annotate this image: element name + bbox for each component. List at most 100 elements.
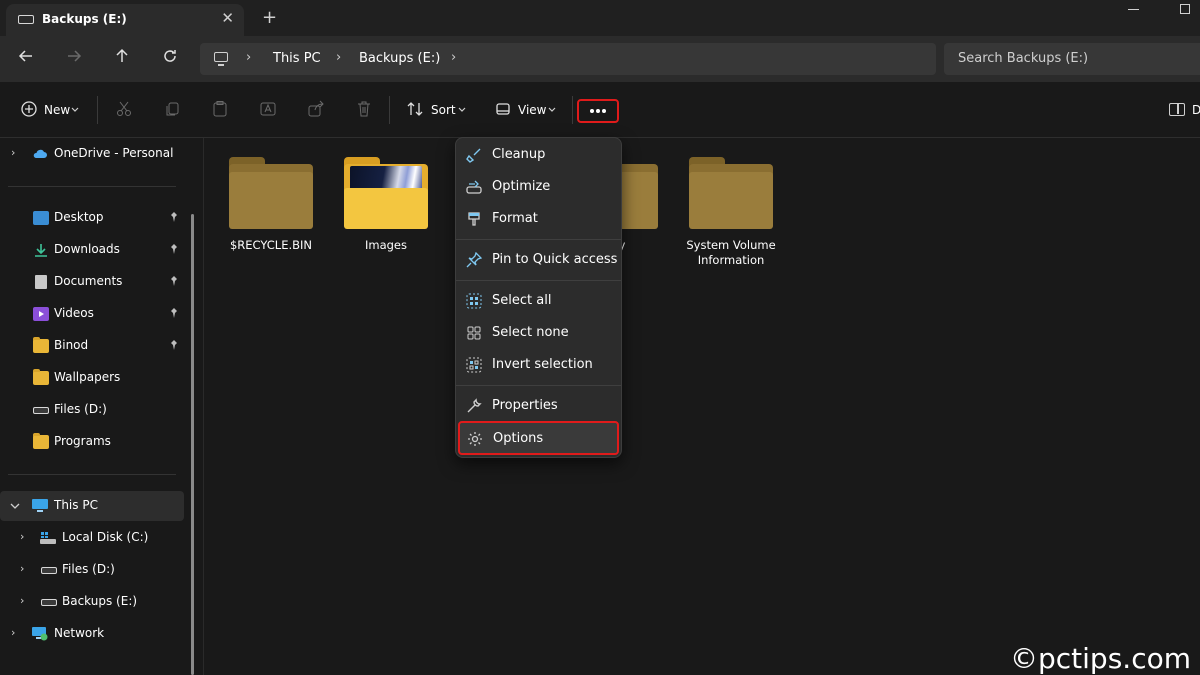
- menu-item-select-none[interactable]: Select none: [460, 318, 617, 348]
- tab-title: Backups (E:): [42, 12, 127, 26]
- sidebar-item-backups-e[interactable]: › Backups (E:): [0, 587, 184, 617]
- minimize-icon[interactable]: [1128, 9, 1139, 10]
- breadcrumb-separator: ›: [336, 50, 342, 65]
- menu-item-invert-selection[interactable]: Invert selection: [460, 350, 617, 380]
- drive-icon: [41, 599, 57, 606]
- document-icon: [35, 275, 47, 289]
- chevron-down-icon[interactable]: [547, 100, 557, 118]
- view-icon[interactable]: [494, 100, 512, 118]
- chevron-down-icon[interactable]: [10, 501, 20, 511]
- folder-icon: [33, 433, 49, 449]
- optimize-drive-icon: [466, 180, 482, 194]
- forward-button[interactable]: [60, 46, 88, 72]
- chevron-down-icon[interactable]: [457, 100, 467, 118]
- network-icon: [32, 627, 48, 641]
- close-tab-icon[interactable]: ✕: [221, 9, 234, 27]
- select-all-icon: [466, 293, 482, 309]
- back-button[interactable]: [12, 46, 40, 72]
- rename-icon[interactable]: [259, 100, 277, 118]
- share-icon[interactable]: [307, 100, 325, 118]
- pin-icon[interactable]: [170, 212, 178, 222]
- delete-icon[interactable]: [355, 100, 373, 118]
- folder-icon: [689, 172, 773, 229]
- folder-system-volume-information[interactable]: System Volume Information: [675, 144, 776, 274]
- more-options-button[interactable]: [577, 99, 619, 123]
- sidebar-item-files-d-pc[interactable]: › Files (D:): [0, 555, 184, 585]
- title-bar: Backups (E:) ✕ +: [0, 0, 1200, 36]
- new-icon[interactable]: [20, 100, 38, 118]
- sidebar-item-videos[interactable]: Videos: [0, 299, 184, 329]
- drive-icon: [41, 567, 57, 574]
- new-button[interactable]: New: [44, 103, 70, 117]
- chevron-down-icon[interactable]: [70, 100, 80, 118]
- pin-icon: [466, 252, 482, 268]
- sidebar-item-network[interactable]: › Network: [0, 619, 184, 649]
- address-bar[interactable]: › This PC › Backups (E:) ›: [200, 43, 936, 75]
- breadcrumb-backups[interactable]: Backups (E:): [359, 51, 440, 66]
- cloud-icon: [33, 149, 47, 158]
- sidebar-item-wallpapers[interactable]: Wallpapers: [0, 363, 184, 393]
- maximize-icon[interactable]: [1180, 4, 1190, 14]
- new-tab-button[interactable]: +: [262, 7, 277, 28]
- pin-icon[interactable]: [170, 340, 178, 350]
- details-pane-icon[interactable]: [1169, 103, 1185, 116]
- sidebar-item-documents[interactable]: Documents: [0, 267, 184, 297]
- folder-icon: [33, 369, 49, 385]
- invert-selection-icon: [466, 357, 482, 373]
- arrow-right-icon: [68, 50, 82, 62]
- breadcrumb-separator[interactable]: ›: [451, 50, 456, 65]
- paste-icon[interactable]: [211, 100, 229, 118]
- menu-item-pin-quick-access[interactable]: Pin to Quick access: [460, 245, 617, 275]
- sidebar-item-desktop[interactable]: Desktop: [0, 203, 184, 233]
- search-placeholder: Search Backups (E:): [958, 51, 1089, 66]
- details-button[interactable]: D: [1192, 103, 1200, 117]
- sort-button[interactable]: Sort: [431, 103, 456, 117]
- dot: [602, 109, 606, 113]
- sidebar-item-local-disk-c[interactable]: › Local Disk (C:): [0, 523, 184, 553]
- chevron-right-icon[interactable]: ›: [20, 594, 24, 607]
- chevron-right-icon[interactable]: ›: [11, 626, 15, 639]
- drive-icon: [33, 407, 49, 414]
- menu-item-optimize[interactable]: Optimize: [460, 172, 617, 202]
- folder-recycle-bin[interactable]: $RECYCLE.BIN: [215, 144, 315, 274]
- menu-item-format[interactable]: Format: [460, 204, 617, 234]
- folder-images[interactable]: Images: [330, 144, 430, 274]
- sidebar-item-downloads[interactable]: Downloads: [0, 235, 184, 265]
- menu-item-cleanup[interactable]: Cleanup: [460, 140, 617, 170]
- sidebar-item-onedrive[interactable]: › OneDrive - Personal: [0, 139, 184, 169]
- folder-icon: [33, 337, 49, 353]
- chevron-right-icon[interactable]: ›: [20, 562, 24, 575]
- up-button[interactable]: [108, 46, 136, 72]
- desktop-icon: [33, 211, 49, 225]
- sidebar-scrollbar[interactable]: [191, 214, 194, 675]
- copy-icon[interactable]: [163, 100, 181, 118]
- view-button[interactable]: View: [518, 103, 546, 117]
- tab-backups[interactable]: Backups (E:) ✕: [6, 4, 244, 36]
- watermark: ©pctips.com: [1010, 642, 1191, 675]
- chevron-right-icon[interactable]: ›: [11, 146, 15, 159]
- breadcrumb-this-pc[interactable]: This PC: [273, 51, 321, 66]
- menu-item-select-all[interactable]: Select all: [460, 286, 617, 316]
- sidebar-item-binod[interactable]: Binod: [0, 331, 184, 361]
- refresh-button[interactable]: [156, 46, 184, 72]
- see-more-menu: Cleanup Optimize Format Pin to Quick acc…: [455, 137, 622, 458]
- arrow-left-icon: [18, 50, 32, 62]
- pin-icon[interactable]: [170, 244, 178, 254]
- pin-icon[interactable]: [170, 276, 178, 286]
- sidebar-item-programs[interactable]: Programs: [0, 427, 184, 457]
- chevron-right-icon[interactable]: ›: [20, 530, 24, 543]
- search-input[interactable]: Search Backups (E:): [944, 43, 1200, 75]
- sidebar-item-this-pc[interactable]: This PC: [0, 491, 184, 521]
- pin-icon[interactable]: [170, 308, 178, 318]
- menu-item-properties[interactable]: Properties: [460, 391, 617, 421]
- command-bar: New Sort View D: [0, 82, 1200, 138]
- video-icon: [33, 307, 49, 321]
- menu-item-options[interactable]: Options: [458, 421, 619, 455]
- sidebar-item-files-d[interactable]: Files (D:): [0, 395, 184, 425]
- address-row: › This PC › Backups (E:) › Search Backup…: [0, 36, 1200, 82]
- breadcrumb-separator: ›: [246, 50, 252, 65]
- refresh-icon: [164, 50, 176, 62]
- broom-icon: [466, 148, 481, 163]
- cut-icon[interactable]: [115, 100, 133, 118]
- sort-icon[interactable]: [406, 100, 424, 118]
